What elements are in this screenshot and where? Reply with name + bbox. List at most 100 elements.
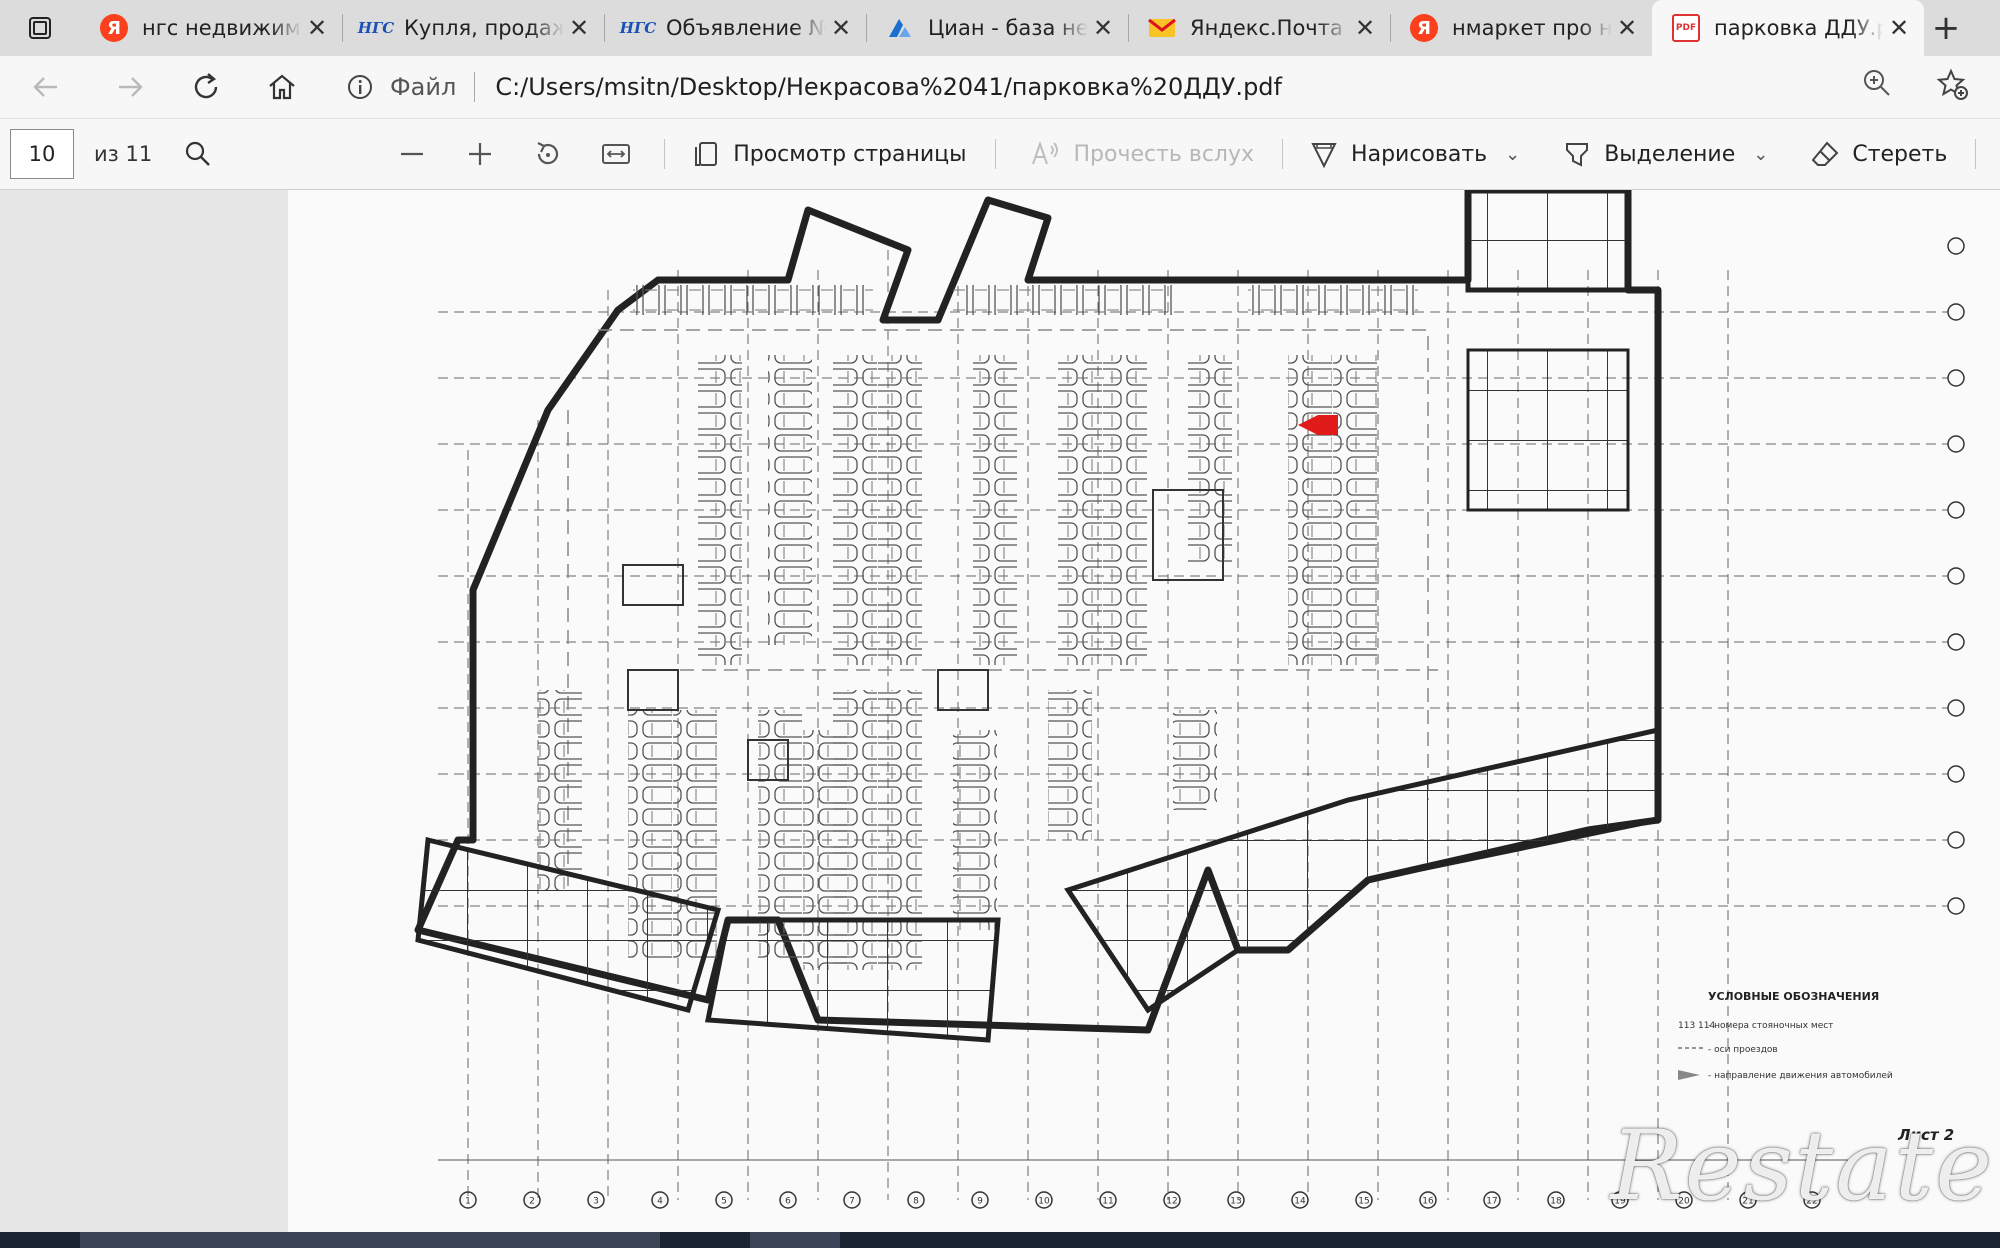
tab-parking-pdf[interactable]: PDF парковка ДДУ.pdf ✕ — [1652, 0, 1924, 56]
parking-column — [698, 355, 742, 665]
highlighter-icon — [1566, 143, 1589, 167]
chevron-down-icon[interactable]: ⌄ — [1753, 144, 1768, 165]
back-arrow-icon — [33, 77, 57, 97]
tab-title: Яндекс.Почта — [1190, 16, 1343, 40]
page-view-button[interactable]: Просмотр страницы — [691, 124, 967, 184]
legend-item: - номера стояночных мест — [1708, 1021, 1833, 1031]
yandex-icon: Я — [1410, 14, 1438, 42]
pdf-icon: PDF — [1672, 14, 1700, 42]
axis-number: 7 — [849, 1197, 855, 1207]
axis-number: 11 — [1102, 1197, 1113, 1207]
page-count: из 11 — [94, 142, 153, 166]
taskbar-item[interactable] — [80, 1232, 660, 1248]
axis-number: 1 — [465, 1197, 471, 1207]
parking-column — [833, 355, 877, 665]
tab-title: нмаркет про нов — [1452, 16, 1612, 40]
yandex-mail-icon — [1148, 14, 1176, 42]
rotate-button[interactable] — [522, 124, 574, 184]
info-icon[interactable] — [340, 73, 380, 101]
zoom-in-button[interactable] — [454, 124, 506, 184]
pdf-toolbar: из 11 Просмотр страницы Прочесть вслух Н… — [0, 118, 2000, 190]
tab-title: парковка ДДУ.pdf — [1714, 16, 1884, 40]
tab-actions-icon — [29, 17, 51, 39]
zoom-out-button[interactable] — [386, 124, 438, 184]
axis-markers — [1947, 237, 1965, 915]
parking-column — [878, 355, 922, 665]
plus-icon: + — [1931, 8, 1961, 48]
parking-row — [633, 285, 873, 315]
close-tab-icon[interactable]: ✕ — [1884, 14, 1914, 42]
tab-title: нгс недвижимость — [142, 16, 302, 40]
close-tab-icon[interactable]: ✕ — [1350, 14, 1380, 42]
tab-nmarket[interactable]: Я нмаркет про нов ✕ — [1390, 0, 1652, 56]
parking-column — [973, 355, 1017, 665]
parking-column — [1288, 355, 1332, 665]
reload-button[interactable] — [168, 56, 244, 118]
legend-item: - оси проездов — [1708, 1045, 1778, 1055]
pdf-page: 1 2 3 4 5 6 7 8 9 10 11 12 13 14 15 16 17 18 19 20 21 22 УСЛО… — [288, 190, 2000, 1232]
tab-ngs-buy-sell[interactable]: НГС Купля, продажа ✕ — [342, 0, 604, 56]
chevron-down-icon[interactable]: ⌄ — [1505, 144, 1520, 165]
parking-column — [1173, 710, 1217, 810]
legend-title: УСЛОВНЫЕ ОБОЗНАЧЕНИЯ — [1708, 990, 1879, 1003]
parking-row — [953, 285, 1173, 315]
service-room — [627, 669, 679, 711]
highlight-label: Выделение — [1604, 141, 1736, 167]
axis-number: 9 — [977, 1197, 983, 1207]
toolbar-divider — [994, 139, 996, 169]
parking-row — [1248, 285, 1418, 315]
tab-ngs-listing[interactable]: НГС Объявление № 4 ✕ — [604, 0, 866, 56]
taskbar-item[interactable] — [750, 1232, 840, 1248]
forward-button[interactable] — [92, 56, 168, 118]
toolbar-divider — [1282, 139, 1284, 169]
close-tab-icon[interactable]: ✕ — [1612, 14, 1642, 42]
axis-number: 12 — [1166, 1197, 1177, 1207]
plus-icon — [469, 143, 492, 165]
draw-button[interactable]: Нарисовать ⌄ — [1309, 124, 1520, 184]
url-text[interactable]: C:/Users/msitn/Desktop/Некрасова%2041/па… — [495, 73, 1840, 101]
pdf-viewer[interactable]: 1 2 3 4 5 6 7 8 9 10 11 12 13 14 15 16 17 18 19 20 21 22 УСЛО… — [0, 190, 2000, 1232]
tab-yandex-mail[interactable]: Яндекс.Почта ✕ — [1128, 0, 1390, 56]
minus-icon — [401, 152, 424, 156]
erase-button[interactable]: Стереть — [1810, 124, 1947, 184]
reload-icon — [194, 73, 218, 99]
page-view-label: Просмотр страницы — [733, 141, 967, 167]
page-number-input[interactable] — [10, 129, 74, 179]
home-icon — [269, 74, 295, 100]
search-button[interactable] — [184, 124, 212, 184]
parking-column — [1048, 690, 1092, 840]
rotate-icon — [537, 142, 559, 165]
axis-number: 13 — [1230, 1197, 1241, 1207]
axis-number: 4 — [657, 1197, 663, 1207]
ngs-icon: НГС — [357, 19, 395, 37]
axis-number: 16 — [1422, 1197, 1434, 1207]
close-tab-icon[interactable]: ✕ — [826, 14, 856, 42]
axis-number: 2 — [529, 1197, 535, 1207]
back-button[interactable] — [0, 56, 92, 118]
tab-ngs-realty[interactable]: Я нгс недвижимость ✕ — [80, 0, 342, 56]
axis-number: 8 — [913, 1197, 919, 1207]
close-tab-icon[interactable]: ✕ — [302, 14, 332, 42]
close-tab-icon[interactable]: ✕ — [1088, 14, 1118, 42]
zoom-icon[interactable] — [1862, 68, 1892, 106]
read-aloud-button[interactable]: Прочесть вслух — [1030, 124, 1254, 184]
tab-cian[interactable]: Циан - база недв ✕ — [866, 0, 1128, 56]
tab-actions-button[interactable] — [0, 0, 80, 56]
omnibox[interactable]: Файл C:/Users/msitn/Desktop/Некрасова%20… — [332, 64, 2000, 110]
highlight-button[interactable]: Выделение ⌄ — [1562, 124, 1768, 184]
pen-icon — [1311, 143, 1337, 169]
eraser-icon — [1811, 141, 1839, 166]
axis-number: 14 — [1294, 1197, 1306, 1207]
forward-arrow-icon — [119, 77, 143, 97]
axis-number: 17 — [1486, 1197, 1497, 1207]
fit-width-button[interactable] — [590, 124, 642, 184]
add-favorite-icon[interactable] — [1936, 68, 1968, 106]
axis-number: 5 — [721, 1197, 727, 1207]
close-tab-icon[interactable]: ✕ — [564, 14, 594, 42]
watermark-text: Restate — [1610, 1110, 1994, 1222]
home-button[interactable] — [244, 56, 320, 118]
erase-label: Стереть — [1852, 141, 1948, 167]
axis-number: 10 — [1038, 1197, 1050, 1207]
yandex-icon: Я — [100, 14, 128, 42]
new-tab-button[interactable]: + — [1924, 0, 1968, 56]
